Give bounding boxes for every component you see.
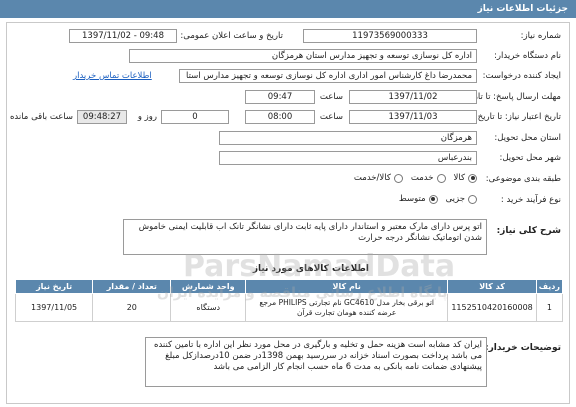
reply-date-field: 1397/11/02: [349, 90, 477, 104]
category-option-goods-service[interactable]: کالا/خدمت: [354, 173, 403, 183]
radio-empty-icon: [468, 194, 477, 204]
category-option-label: خدمت: [410, 173, 434, 183]
city-field: بندرعباس: [219, 151, 477, 165]
col-qty: تعداد / مقدار: [92, 279, 172, 294]
cell-date: 1397/11/05: [14, 293, 94, 322]
cell-code: 1152510420160008: [447, 293, 537, 322]
buyer-field: اداره کل نوسازی توسعه و تجهیز مدارس استا…: [129, 49, 477, 63]
cell-row: 1: [535, 293, 564, 322]
col-code: کد کالا: [447, 279, 537, 294]
city-label: شهر محل تحویل:: [499, 153, 561, 163]
table-row: 1 1152510420160008 اتو برقی بخار مدل GC4…: [14, 293, 564, 322]
cell-qty: 20: [92, 293, 172, 322]
purchase-type-radio-group: جزیی متوسط: [399, 194, 477, 204]
need-number-field: 11973569000333: [303, 29, 477, 43]
radio-selected-icon: [468, 173, 477, 183]
col-date: تاریخ نیاز: [14, 279, 94, 294]
buyer-notes-box: ایران کد مشابه است هزینه حمل و تخلیه و ب…: [145, 337, 487, 387]
category-label: طبقه بندی موضوعی:: [485, 174, 561, 184]
buyer-notes-label: توضیحات خریدار:: [485, 343, 561, 353]
radio-empty-icon: [393, 173, 403, 183]
purchase-option-label: متوسط: [398, 194, 426, 204]
need-number-label: شماره نیاز:: [520, 31, 561, 41]
validity-time-field: 08:00: [245, 110, 315, 124]
reply-time-label: ساعت: [319, 92, 343, 102]
goods-table-header: ردیف کد کالا نام کالا واحد شمارش تعداد /…: [14, 279, 564, 294]
category-radio-group: کالا خدمت کالا/خدمت: [354, 173, 477, 183]
col-unit: واحد شمارش: [170, 279, 247, 294]
details-panel: شماره نیاز: 11973569000333 تاریخ و ساعت …: [6, 22, 570, 404]
announce-field: 1397/11/02 - 09:48: [69, 29, 177, 43]
reply-time-field: 09:47: [245, 90, 315, 104]
days-remaining-field: 0: [161, 110, 229, 124]
category-option-goods[interactable]: کالا: [454, 173, 477, 183]
creator-field: محمدرضا داغ کارشناس امور اداری اداره کل …: [179, 69, 477, 83]
validity-label: تاریخ اعتبار نیاز: تا تاریخ:: [474, 112, 561, 122]
radio-selected-icon: [428, 194, 438, 204]
creator-label: ایجاد کننده درخواست:: [482, 71, 561, 81]
radio-empty-icon: [436, 173, 446, 183]
description-box: اتو پرس دارای مارک معتبر و استاندار دارا…: [123, 219, 487, 255]
validity-date-field: 1397/11/03: [349, 110, 477, 124]
province-label: استان محل تحویل:: [494, 133, 561, 143]
category-option-label: کالا/خدمت: [353, 173, 391, 183]
col-name: نام کالا: [245, 279, 449, 294]
category-option-service[interactable]: خدمت: [411, 173, 446, 183]
cell-name: اتو برقی بخار مدل GC4610 نام تجارتی PHIL…: [245, 293, 449, 322]
announce-label: تاریخ و ساعت اعلان عمومی:: [180, 31, 283, 41]
purchase-option-medium[interactable]: متوسط: [399, 194, 438, 204]
goods-table: ردیف کد کالا نام کالا واحد شمارش تعداد /…: [14, 279, 564, 322]
time-remaining-field: 09:48:27: [77, 110, 127, 124]
buyer-label: نام دستگاه خریدار:: [494, 51, 561, 61]
category-option-label: کالا: [453, 173, 465, 183]
col-row: ردیف: [535, 279, 564, 294]
purchase-option-minor[interactable]: جزیی: [446, 194, 477, 204]
days-label: روز و: [137, 112, 157, 122]
purchase-option-label: جزیی: [445, 194, 465, 204]
buyer-contact-link[interactable]: اطلاعات تماس خریدار: [73, 71, 152, 81]
cell-unit: دستگاه: [170, 293, 247, 322]
page-title: جزئیات اطلاعات نیاز: [0, 0, 576, 18]
goods-section-title: اطلاعات کالاهای مورد نیاز: [252, 264, 369, 274]
province-field: هرمزگان: [219, 131, 477, 145]
purchase-type-label: نوع فرآیند خرید :: [500, 195, 561, 205]
description-label: شرح کلی نیاز:: [496, 226, 561, 236]
reply-deadline-label: مهلت ارسال پاسخ: تا تاریخ:: [463, 92, 561, 102]
time-remaining-label: ساعت باقی مانده: [9, 112, 73, 122]
validity-time-label: ساعت: [319, 112, 343, 122]
